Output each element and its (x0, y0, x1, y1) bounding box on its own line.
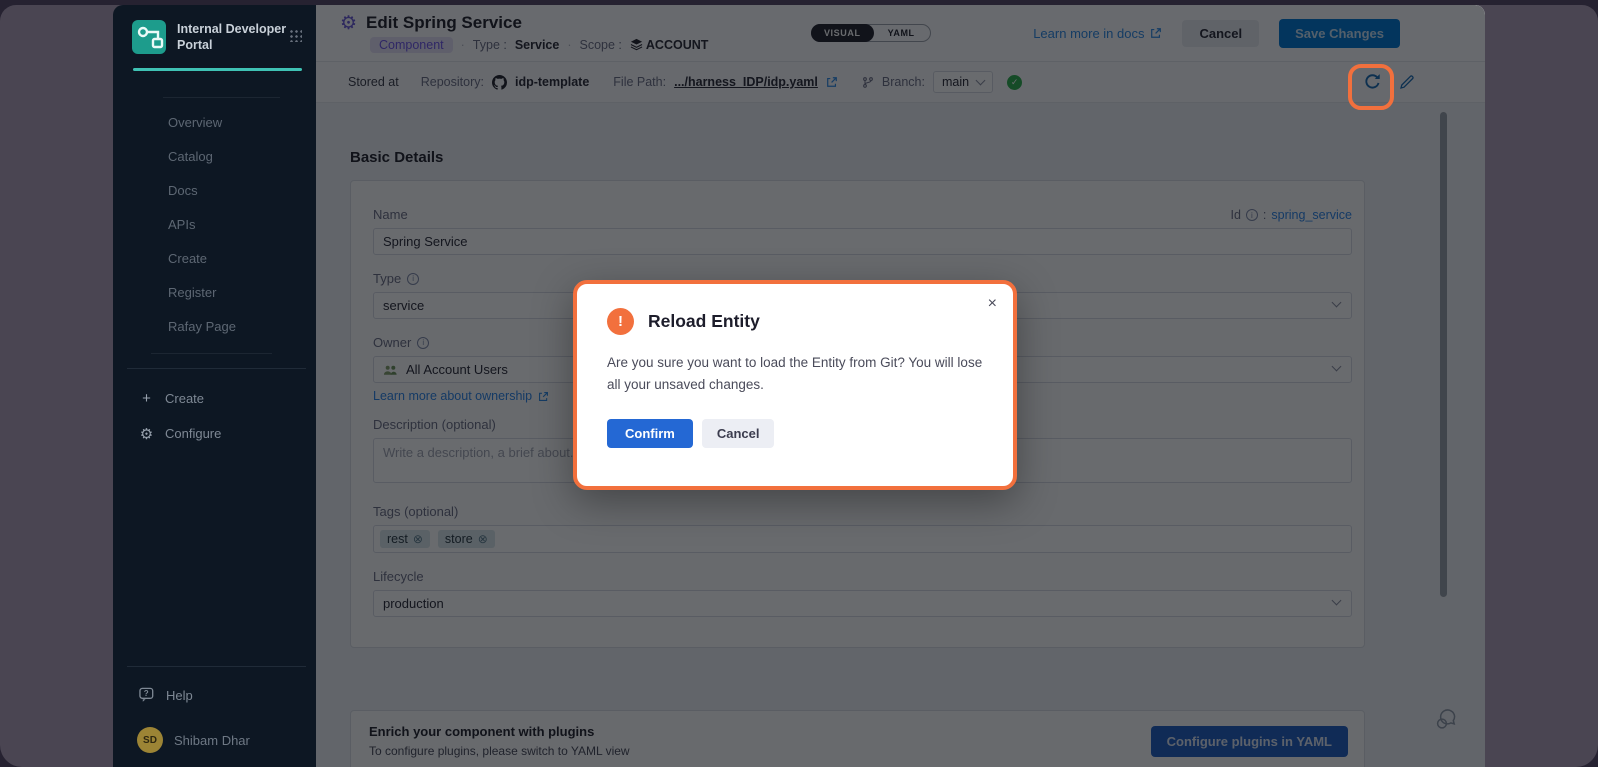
screenshot-stage: Internal Developer Portal Overview Catal… (0, 0, 1598, 767)
sidebar-nav: Overview Catalog Docs APIs Create Regist… (113, 105, 316, 343)
modal-message: Are you sure you want to load the Entity… (607, 352, 999, 396)
sidebar-item-label: APIs (168, 217, 195, 232)
sidebar-item-rafay-page[interactable]: Rafay Page (113, 309, 316, 343)
warning-icon: ! (607, 308, 634, 335)
avatar: SD (137, 727, 163, 753)
sidebar-item-label: Docs (168, 183, 198, 198)
svg-text:?: ? (144, 689, 149, 698)
sidebar-configure-button[interactable]: ⚙ Configure (113, 416, 316, 451)
sidebar-header: Internal Developer Portal (113, 5, 316, 71)
divider (127, 666, 306, 667)
user-menu[interactable]: SD Shibam Dhar (137, 727, 316, 753)
gear-icon: ⚙ (139, 425, 154, 443)
help-chat-icon: ? (139, 687, 156, 703)
sidebar-item-overview[interactable]: Overview (113, 105, 316, 139)
create-label: Create (165, 391, 204, 406)
confirm-button[interactable]: Confirm (607, 419, 693, 448)
reload-entity-modal: × ! Reload Entity Are you sure you want … (573, 280, 1017, 490)
product-title: Internal Developer Portal (177, 19, 289, 54)
help-button[interactable]: ? Help (139, 687, 316, 703)
idp-logo-icon (131, 19, 167, 55)
app-switcher-grid-icon[interactable] (289, 29, 302, 42)
reload-highlight-annotation (1348, 64, 1394, 110)
sidebar-item-label: Catalog (168, 149, 213, 164)
sidebar-item-apis[interactable]: APIs (113, 207, 316, 241)
sidebar-item-register[interactable]: Register (113, 275, 316, 309)
sidebar-item-catalog[interactable]: Catalog (113, 139, 316, 173)
sidebar-item-docs[interactable]: Docs (113, 173, 316, 207)
sidebar-item-label: Create (168, 251, 207, 266)
modal-cancel-button[interactable]: Cancel (702, 419, 775, 448)
help-label: Help (166, 688, 193, 703)
divider (151, 353, 272, 354)
configure-label: Configure (165, 426, 221, 441)
plus-icon: + (139, 390, 154, 407)
modal-title: Reload Entity (648, 311, 760, 332)
divider (127, 368, 306, 369)
user-name: Shibam Dhar (174, 733, 250, 748)
close-icon[interactable]: × (988, 296, 997, 312)
sidebar-item-label: Register (168, 285, 216, 300)
sidebar-item-label: Rafay Page (168, 319, 236, 334)
divider (163, 97, 280, 98)
sidebar: Internal Developer Portal Overview Catal… (113, 5, 316, 767)
sidebar-item-label: Overview (168, 115, 222, 130)
sidebar-item-create[interactable]: Create (113, 241, 316, 275)
sidebar-create-button[interactable]: + Create (113, 381, 316, 416)
brand-underline (133, 68, 302, 71)
